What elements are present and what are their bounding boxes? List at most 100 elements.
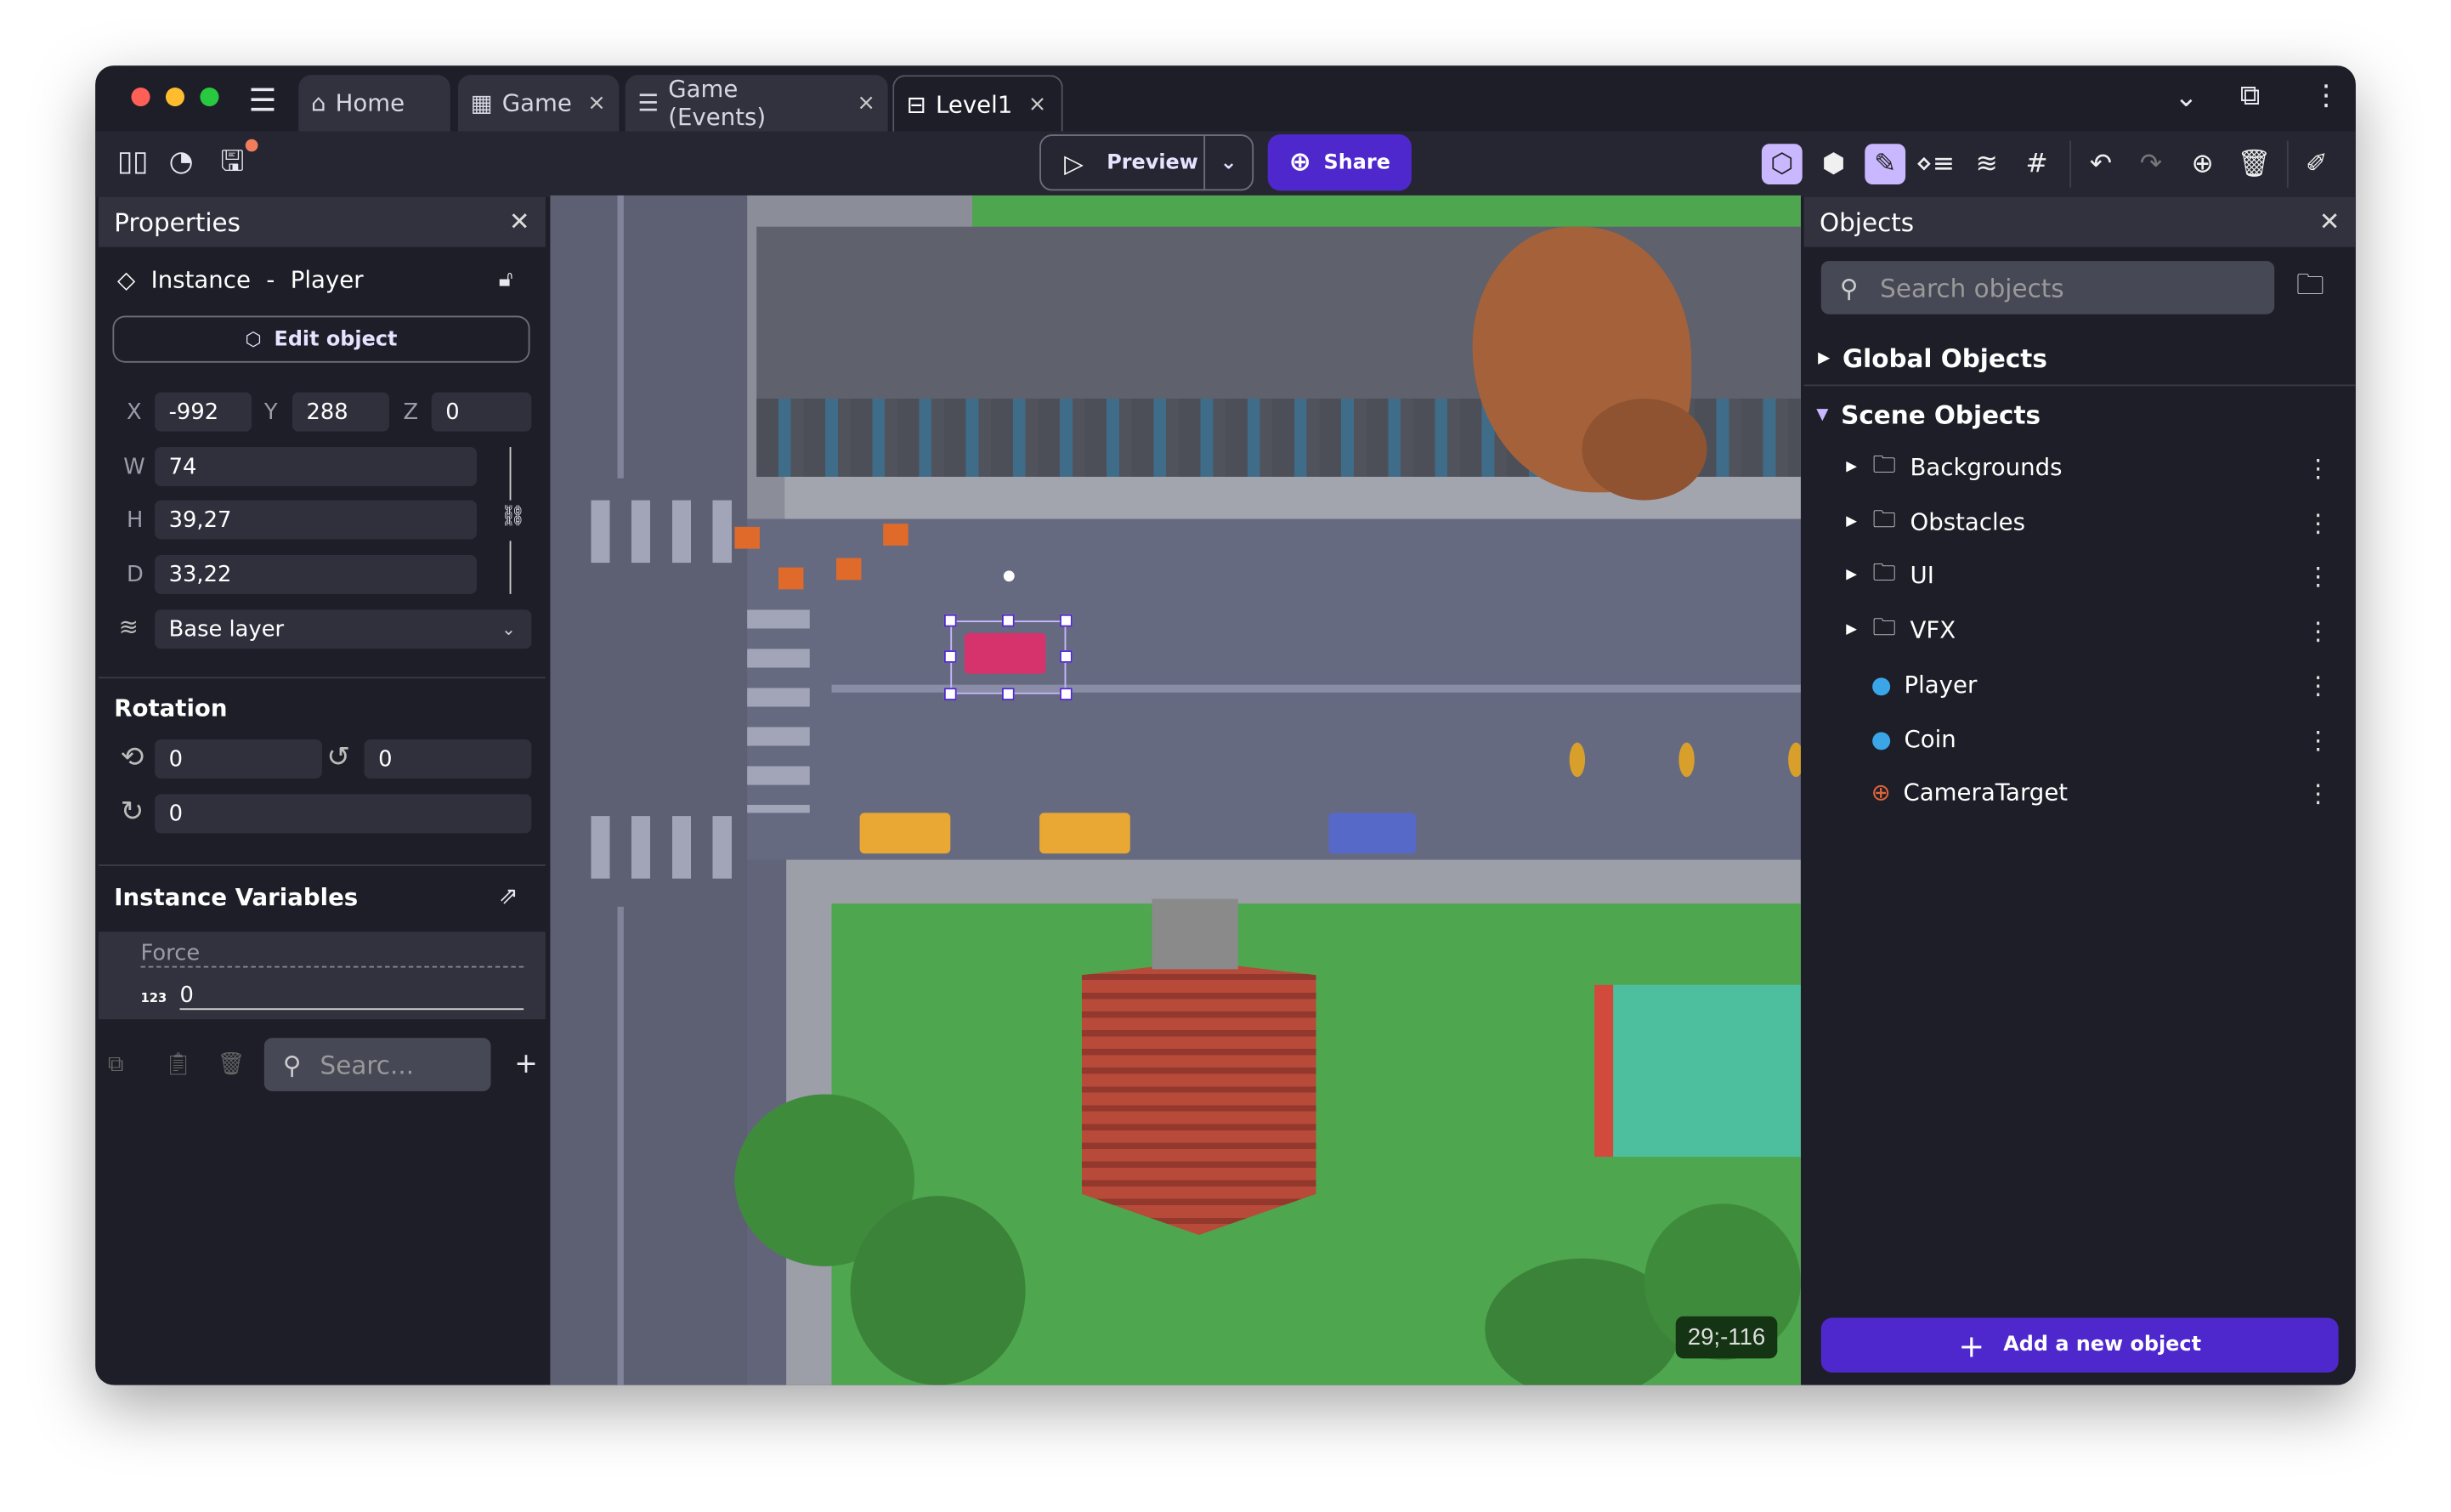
3d-editor-icon[interactable]: ⬡	[1761, 144, 1803, 185]
undo-icon[interactable]: ↶	[2080, 144, 2121, 184]
tab-game[interactable]: ▦ Game ×	[457, 75, 620, 132]
zoom-icon[interactable]: ⊕	[2182, 144, 2223, 184]
resize-handle[interactable]	[1001, 614, 1015, 627]
close-icon[interactable]: ✕	[509, 207, 530, 236]
more-vertical-icon[interactable]: ⋮	[2306, 615, 2330, 645]
folder-icon: 🗀	[1872, 449, 1896, 478]
taxi-car[interactable]	[1039, 813, 1130, 854]
more-vertical-icon[interactable]: ⋮	[2306, 560, 2330, 590]
panels-icon[interactable]: ▯▯	[117, 148, 148, 177]
coin[interactable]	[1569, 742, 1586, 778]
cursor-coordinates: 29;-116	[1675, 1316, 1778, 1359]
minimize-window-button[interactable]	[165, 88, 185, 107]
z-field[interactable]: 0	[431, 392, 532, 432]
scene-canvas[interactable]: 29;-116	[550, 195, 1801, 1385]
scene-objects-group[interactable]: ▼ Scene Objects	[1804, 388, 2356, 441]
share-button[interactable]: ⊕ Share	[1267, 134, 1412, 191]
resize-handle[interactable]	[1001, 688, 1015, 701]
edit-pencil-icon[interactable]: ✎	[1865, 144, 1906, 185]
close-window-button[interactable]	[131, 88, 150, 107]
save-icon[interactable]: 🖫	[220, 148, 244, 177]
link-ratio-icon[interactable]: ⛓	[501, 507, 526, 527]
preview-options-chevron-icon[interactable]: ⌄	[1203, 136, 1252, 190]
tab-game-events[interactable]: ☰ Game (Events) ×	[625, 75, 888, 132]
close-icon[interactable]: ✕	[2319, 207, 2341, 236]
objects-icon[interactable]: ⬢	[1814, 144, 1854, 184]
resize-handle[interactable]	[943, 688, 957, 701]
global-objects-group[interactable]: ▶ Global Objects	[1804, 331, 2356, 385]
coin[interactable]	[1788, 742, 1801, 778]
open-external-icon[interactable]: ⇗	[499, 884, 518, 909]
height-field[interactable]: 39,27	[155, 500, 477, 540]
search-icon: ⚲	[282, 1050, 302, 1080]
variables-search-input[interactable]: ⚲ Searc...	[263, 1038, 491, 1091]
tab-home[interactable]: ⌂ Home	[298, 75, 450, 132]
taxi-car[interactable]	[859, 813, 951, 854]
home-icon: ⌂	[311, 88, 326, 117]
edit-object-button[interactable]: ⬡ Edit object	[112, 315, 530, 363]
history-icon[interactable]: ◔	[169, 148, 194, 177]
layers-icon[interactable]: ≋	[1967, 144, 2007, 184]
folder-vfx[interactable]: ▶ 🗀 VFX ⋮	[1804, 603, 2356, 657]
more-vertical-icon[interactable]: ⋮	[2306, 452, 2330, 482]
close-tab-icon[interactable]: ×	[857, 91, 875, 116]
search-objects-input[interactable]: ⚲ Search objects	[1820, 261, 2275, 314]
copy-icon[interactable]: ⧉	[108, 1054, 123, 1076]
redo-icon[interactable]: ↷	[2131, 144, 2171, 184]
grid-icon[interactable]: #	[2017, 144, 2058, 184]
chevron-down-icon[interactable]: ⌄	[2174, 83, 2198, 112]
unsaved-badge	[245, 139, 258, 152]
rotate-handle[interactable]	[1003, 570, 1015, 582]
extension-icon[interactable]: ⧉	[2240, 82, 2261, 110]
menu-icon[interactable]: ☰	[248, 84, 276, 116]
resize-handle[interactable]	[1060, 614, 1073, 627]
tab-level1[interactable]: ⊟ Level1 ×	[892, 75, 1063, 132]
x-field[interactable]: -992	[155, 392, 252, 432]
more-vertical-icon[interactable]: ⋮	[2306, 507, 2330, 537]
trash-icon[interactable]: 🗑	[2233, 144, 2274, 184]
width-field[interactable]: 74	[155, 447, 477, 487]
paste-icon[interactable]: 📋︎	[164, 1054, 192, 1076]
variable-name[interactable]: Force	[140, 941, 524, 968]
layer-select[interactable]: Base layer ⌄	[155, 609, 532, 649]
resize-handle[interactable]	[1060, 688, 1073, 701]
resize-handle[interactable]	[943, 650, 957, 663]
preview-button[interactable]: ▷ Preview ⌄	[1039, 134, 1254, 191]
selection-box[interactable]	[943, 570, 1073, 701]
rotation-x-field[interactable]: 0	[155, 739, 322, 779]
close-tab-icon[interactable]: ×	[587, 91, 606, 116]
more-vertical-icon[interactable]: ⋮	[2312, 82, 2340, 110]
close-tab-icon[interactable]: ×	[1028, 92, 1047, 116]
object-cameratarget[interactable]: ⊕ CameraTarget ⋮	[1804, 766, 2356, 819]
delete-icon[interactable]: 🗑	[218, 1054, 246, 1076]
resize-handle[interactable]	[1060, 650, 1073, 663]
more-vertical-icon[interactable]: ⋮	[2306, 670, 2330, 699]
variable-value-field[interactable]: 0	[179, 983, 524, 1011]
teal-house	[1594, 984, 1801, 1158]
add-folder-icon[interactable]: 🗀	[2296, 271, 2324, 300]
blue-car[interactable]	[1328, 813, 1417, 854]
y-field[interactable]: 288	[292, 392, 389, 432]
resize-handle[interactable]	[943, 614, 957, 627]
coin[interactable]	[1678, 742, 1695, 778]
folder-backgrounds[interactable]: ▶ 🗀 Backgrounds ⋮	[1804, 441, 2356, 495]
object-groups-icon[interactable]: ⋄≡	[1915, 144, 1956, 184]
depth-field[interactable]: 33,22	[155, 554, 477, 594]
add-new-object-button[interactable]: + Add a new object	[1820, 1317, 2339, 1373]
unlock-icon[interactable]: 🔓︎	[499, 269, 513, 291]
edit-properties-icon[interactable]: ✐	[2296, 144, 2337, 184]
chevron-down-icon: ⌄	[501, 619, 516, 640]
traffic-cone	[778, 567, 804, 590]
object-player[interactable]: ● Player ⋮	[1804, 658, 2356, 711]
more-vertical-icon[interactable]: ⋮	[2306, 778, 2330, 807]
object-coin[interactable]: ● Coin ⋮	[1804, 713, 2356, 767]
rotation-y-field[interactable]: 0	[364, 739, 532, 779]
traffic-cone	[883, 524, 909, 546]
more-vertical-icon[interactable]: ⋮	[2306, 725, 2330, 755]
variable-row: Force 123 0	[98, 932, 546, 1020]
add-variable-icon[interactable]: +	[514, 1050, 538, 1079]
rotation-z-field[interactable]: 0	[155, 794, 532, 834]
maximize-window-button[interactable]	[200, 88, 219, 107]
folder-obstacles[interactable]: ▶ 🗀 Obstacles ⋮	[1804, 496, 2356, 549]
folder-ui[interactable]: ▶ 🗀 UI ⋮	[1804, 549, 2356, 603]
